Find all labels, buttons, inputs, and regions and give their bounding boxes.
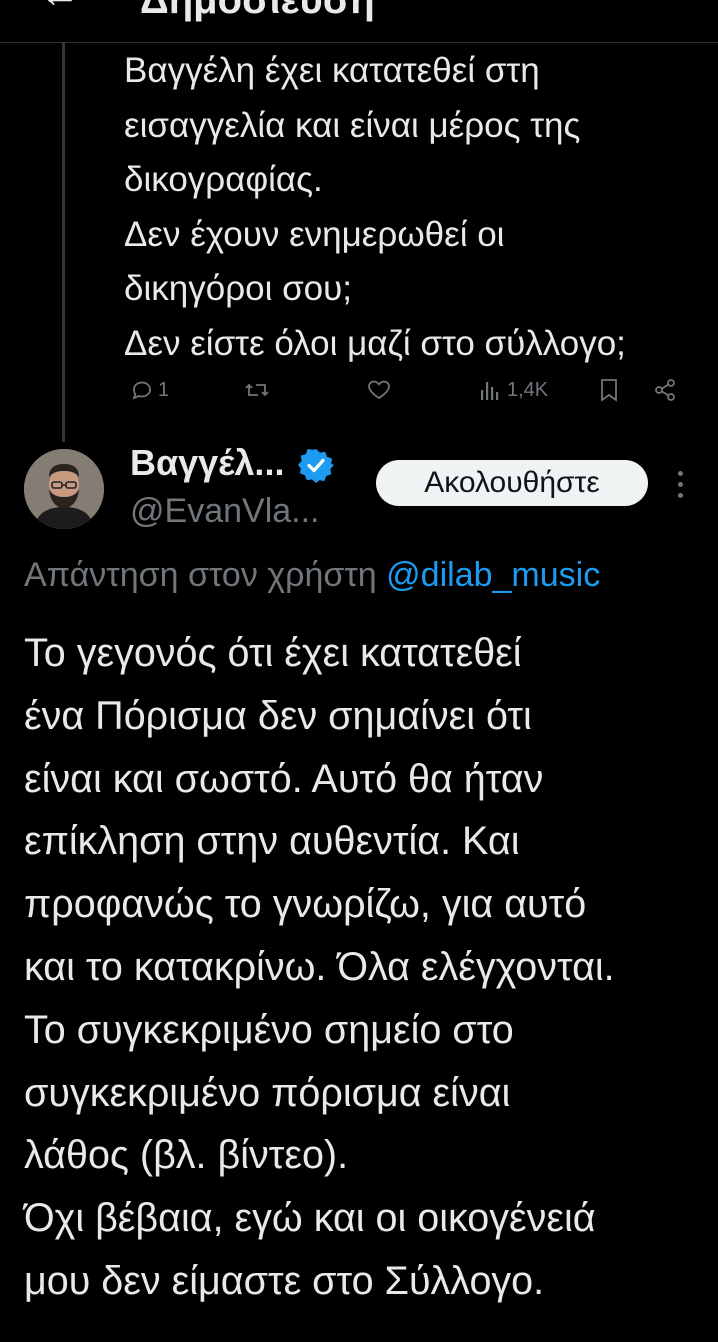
views-count: 1,4K: [507, 378, 549, 401]
share-button[interactable]: [652, 368, 678, 412]
thread-connector-line: [62, 42, 65, 442]
tweet-action-bar: 1 1,4K: [124, 368, 694, 412]
avatar[interactable]: [24, 449, 104, 529]
reply-to-prefix: Απάντηση στον χρήστη: [24, 556, 377, 594]
reply-tweet-text: Το γεγονός ότι έχει κατατεθεί ένα Πόρισμ…: [24, 631, 615, 1303]
retweet-button[interactable]: [244, 368, 270, 412]
previous-tweet-text: Βαγγέλη έχει κατατεθεί στη εισαγγελία κα…: [124, 51, 626, 363]
author-handle[interactable]: @EvanVla...: [130, 492, 320, 531]
top-bar: ← Δημοσίευση: [0, 0, 718, 43]
follow-button[interactable]: Ακολουθήστε: [376, 460, 648, 506]
retweet-icon: [245, 383, 269, 397]
reply-button[interactable]: 1: [130, 368, 169, 412]
reply-count: 1: [158, 378, 170, 401]
views-button[interactable]: 1,4K: [479, 368, 548, 412]
views-icon: [481, 382, 499, 400]
share-icon: [655, 379, 675, 401]
more-icon[interactable]: [668, 464, 692, 504]
author-name[interactable]: Βαγγέλ...: [130, 442, 284, 484]
back-arrow-icon[interactable]: ←: [40, 0, 80, 17]
reply-to-mention-link[interactable]: @dilab_music: [386, 556, 600, 594]
verified-badge-icon: [298, 449, 334, 483]
bookmark-button[interactable]: [598, 368, 620, 412]
bookmark-icon: [601, 379, 617, 402]
reply-to-line: Απάντηση στον χρήστη @dilab_music: [24, 556, 600, 595]
reply-icon: [132, 381, 151, 400]
like-button[interactable]: [366, 368, 392, 412]
page-title: Δημοσίευση: [140, 0, 375, 22]
like-icon: [368, 380, 390, 400]
